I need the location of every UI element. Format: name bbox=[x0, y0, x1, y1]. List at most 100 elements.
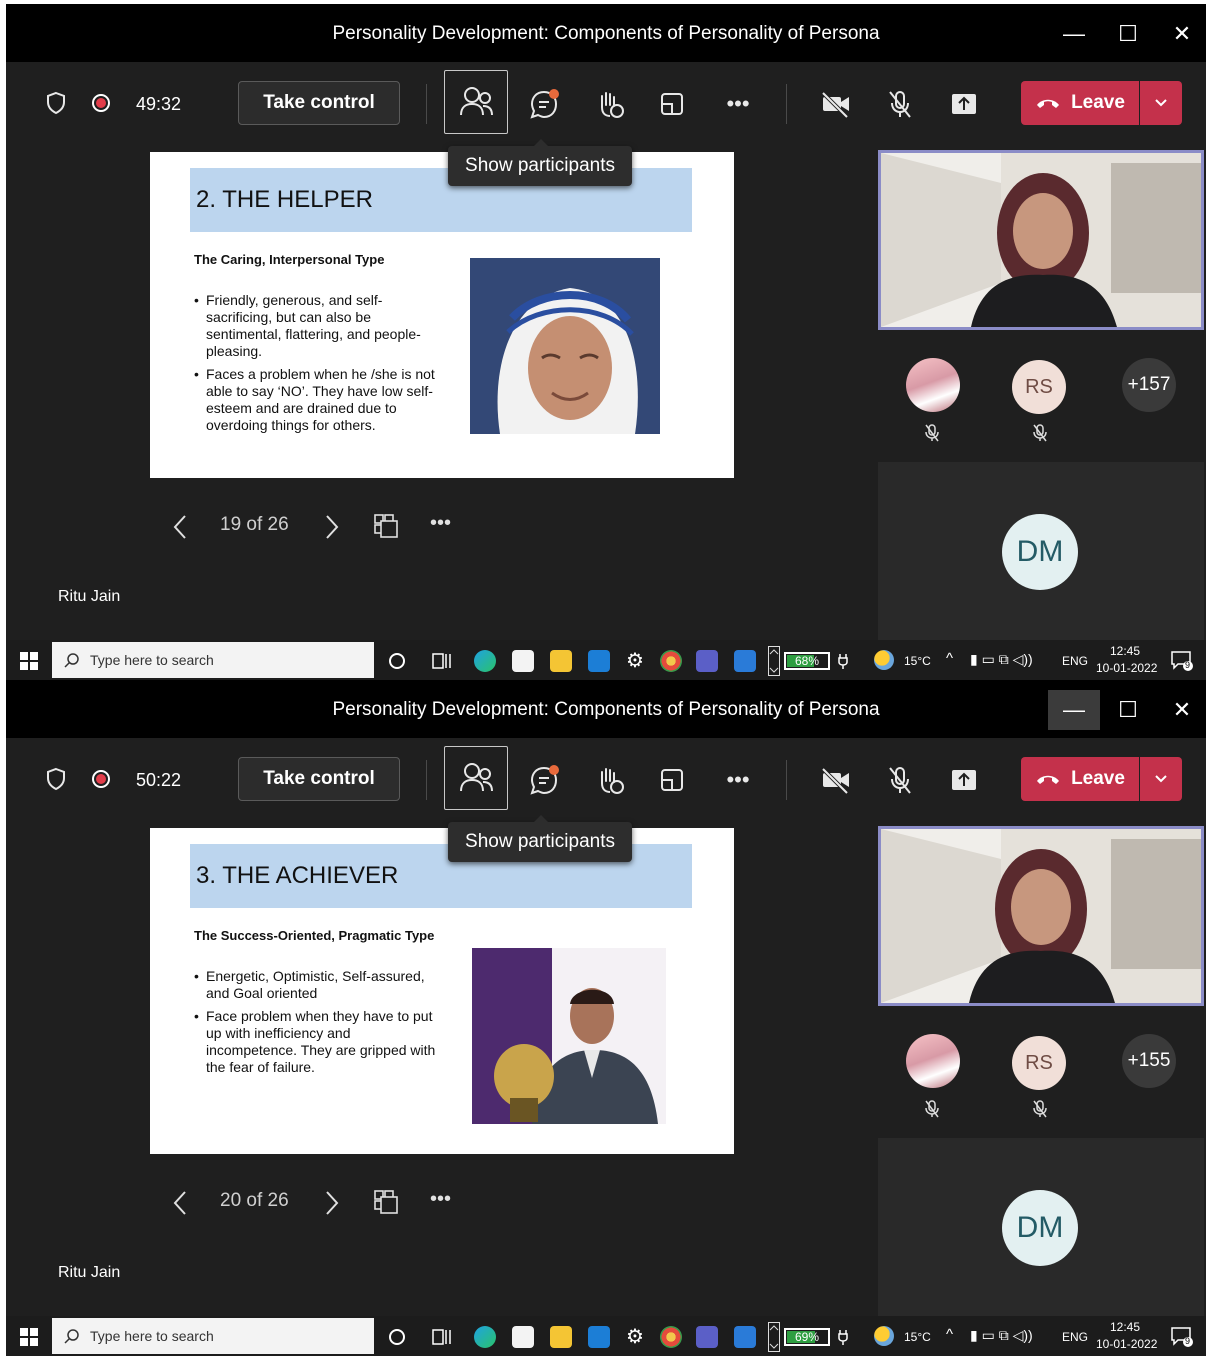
file-explorer-icon[interactable] bbox=[550, 1326, 572, 1348]
meeting-toolbar: 50:22 Take control ••• Leave bbox=[6, 738, 1206, 822]
slide-thumbnails-icon[interactable] bbox=[372, 512, 400, 540]
settings-gear-icon[interactable]: ⚙ bbox=[624, 1326, 646, 1348]
show-hidden-icons-icon[interactable]: ^ bbox=[946, 1326, 953, 1343]
taskbar-search-box[interactable]: Type here to search bbox=[52, 642, 374, 678]
store-icon[interactable] bbox=[512, 1326, 534, 1348]
participant-muted-icon bbox=[1033, 1100, 1047, 1118]
chat-icon[interactable] bbox=[524, 84, 564, 124]
shared-content-stage: 2. THE HELPER The Caring, Interpersonal … bbox=[6, 139, 874, 640]
camera-off-icon[interactable] bbox=[816, 760, 856, 800]
windows-start-icon[interactable] bbox=[20, 652, 38, 670]
edge-browser-icon[interactable] bbox=[474, 650, 496, 672]
cortana-icon[interactable] bbox=[388, 1328, 406, 1346]
mail-icon[interactable] bbox=[588, 1326, 610, 1348]
scroll-up-icon[interactable] bbox=[768, 646, 780, 676]
next-slide-icon[interactable] bbox=[324, 1190, 340, 1216]
chrome-icon[interactable] bbox=[660, 1326, 682, 1348]
leave-options-button[interactable] bbox=[1140, 81, 1182, 125]
slide-thumbnails-icon[interactable] bbox=[372, 1188, 400, 1216]
teams-icon[interactable] bbox=[696, 1326, 718, 1348]
shield-icon[interactable] bbox=[44, 90, 68, 116]
participant-avatar-rs[interactable]: RS bbox=[1012, 1036, 1066, 1090]
participant-tile-dm[interactable]: DM bbox=[878, 1138, 1204, 1316]
task-view-icon[interactable] bbox=[432, 652, 452, 670]
slide-more-options-icon[interactable]: ••• bbox=[430, 512, 451, 535]
chat-icon[interactable] bbox=[524, 760, 564, 800]
notifications-icon[interactable] bbox=[1170, 650, 1194, 672]
store-icon[interactable] bbox=[512, 650, 534, 672]
shield-icon[interactable] bbox=[44, 766, 68, 792]
rooms-icon[interactable] bbox=[652, 760, 692, 800]
notifications-icon[interactable] bbox=[1170, 1326, 1194, 1348]
raise-hand-icon[interactable] bbox=[590, 760, 630, 800]
share-screen-icon[interactable] bbox=[944, 84, 984, 124]
maximize-button[interactable]: ☐ bbox=[1102, 690, 1154, 730]
participant-avatar-photo[interactable] bbox=[906, 1034, 960, 1088]
clock-time[interactable]: 12:45 bbox=[1110, 644, 1140, 658]
file-explorer-icon[interactable] bbox=[550, 650, 572, 672]
chrome-icon[interactable] bbox=[660, 650, 682, 672]
teams-window-1: Personality Development: Components of P… bbox=[6, 4, 1206, 680]
mic-off-icon[interactable] bbox=[880, 84, 920, 124]
clock-date[interactable]: 10-01-2022 bbox=[1096, 1337, 1157, 1351]
next-slide-icon[interactable] bbox=[324, 514, 340, 540]
show-hidden-icons-icon[interactable]: ^ bbox=[946, 650, 953, 667]
participant-tile-dm[interactable]: DM bbox=[878, 462, 1204, 640]
temperature: 15°C bbox=[904, 1330, 931, 1344]
slide-more-options-icon[interactable]: ••• bbox=[430, 1188, 451, 1211]
leave-options-button[interactable] bbox=[1140, 757, 1182, 801]
more-participants-count[interactable]: +155 bbox=[1122, 1034, 1176, 1088]
share-screen-icon[interactable] bbox=[944, 760, 984, 800]
title-bar: Personality Development: Components of P… bbox=[6, 680, 1206, 738]
active-speaker-video[interactable] bbox=[878, 826, 1204, 1006]
charging-plug-icon bbox=[838, 654, 848, 669]
take-control-button[interactable]: Take control bbox=[238, 757, 400, 801]
clock-date[interactable]: 10-01-2022 bbox=[1096, 661, 1157, 675]
tray-icons[interactable]: ▮ ▭ ⧉ ◁)) bbox=[970, 1327, 1033, 1344]
leave-button[interactable]: Leave bbox=[1021, 757, 1139, 801]
weather-icon[interactable] bbox=[874, 1326, 894, 1346]
windows-start-icon[interactable] bbox=[20, 1328, 38, 1346]
clock-time[interactable]: 12:45 bbox=[1110, 1320, 1140, 1334]
teams-icon[interactable] bbox=[696, 650, 718, 672]
slide-title: 2. THE HELPER bbox=[196, 186, 373, 213]
minimize-button[interactable]: — bbox=[1048, 14, 1100, 54]
weather-icon[interactable] bbox=[874, 650, 894, 670]
rooms-icon[interactable] bbox=[652, 84, 692, 124]
show-participants-button[interactable] bbox=[444, 746, 508, 810]
previous-slide-icon[interactable] bbox=[172, 1190, 188, 1216]
input-language[interactable]: ENG bbox=[1062, 1330, 1088, 1344]
more-actions-icon[interactable]: ••• bbox=[718, 84, 758, 124]
mail-icon[interactable] bbox=[588, 650, 610, 672]
task-view-icon[interactable] bbox=[432, 1328, 452, 1346]
cortana-icon[interactable] bbox=[388, 652, 406, 670]
take-control-button[interactable]: Take control bbox=[238, 81, 400, 125]
photos-icon[interactable] bbox=[734, 650, 756, 672]
participant-avatar-photo[interactable] bbox=[906, 358, 960, 412]
mic-off-icon[interactable] bbox=[880, 760, 920, 800]
maximize-button[interactable]: ☐ bbox=[1102, 14, 1154, 54]
edge-browser-icon[interactable] bbox=[474, 1326, 496, 1348]
more-actions-icon[interactable]: ••• bbox=[718, 760, 758, 800]
taskbar-search-box[interactable]: Type here to search bbox=[52, 1318, 374, 1354]
camera-off-icon[interactable] bbox=[816, 84, 856, 124]
slide-bullet: Face problem when they have to put up wi… bbox=[194, 1008, 442, 1076]
raise-hand-icon[interactable] bbox=[590, 84, 630, 124]
photos-icon[interactable] bbox=[734, 1326, 756, 1348]
participant-avatar-rs[interactable]: RS bbox=[1012, 360, 1066, 414]
input-language[interactable]: ENG bbox=[1062, 654, 1088, 668]
active-speaker-video[interactable] bbox=[878, 150, 1204, 330]
leave-button[interactable]: Leave bbox=[1021, 81, 1139, 125]
presentation-slide: 3. THE ACHIEVER The Success-Oriented, Pr… bbox=[150, 828, 734, 1154]
more-participants-count[interactable]: +157 bbox=[1122, 358, 1176, 412]
show-participants-button[interactable] bbox=[444, 70, 508, 134]
previous-slide-icon[interactable] bbox=[172, 514, 188, 540]
scroll-up-icon[interactable] bbox=[768, 1322, 780, 1352]
minimize-button[interactable]: — bbox=[1048, 690, 1100, 730]
presenter-name: Ritu Jain bbox=[58, 1264, 121, 1281]
tray-icons[interactable]: ▮ ▭ ⧉ ◁)) bbox=[970, 651, 1033, 668]
close-button[interactable]: ✕ bbox=[1156, 690, 1206, 730]
settings-gear-icon[interactable]: ⚙ bbox=[624, 650, 646, 672]
window-title: Personality Development: Components of P… bbox=[332, 23, 880, 44]
close-button[interactable]: ✕ bbox=[1156, 14, 1206, 54]
